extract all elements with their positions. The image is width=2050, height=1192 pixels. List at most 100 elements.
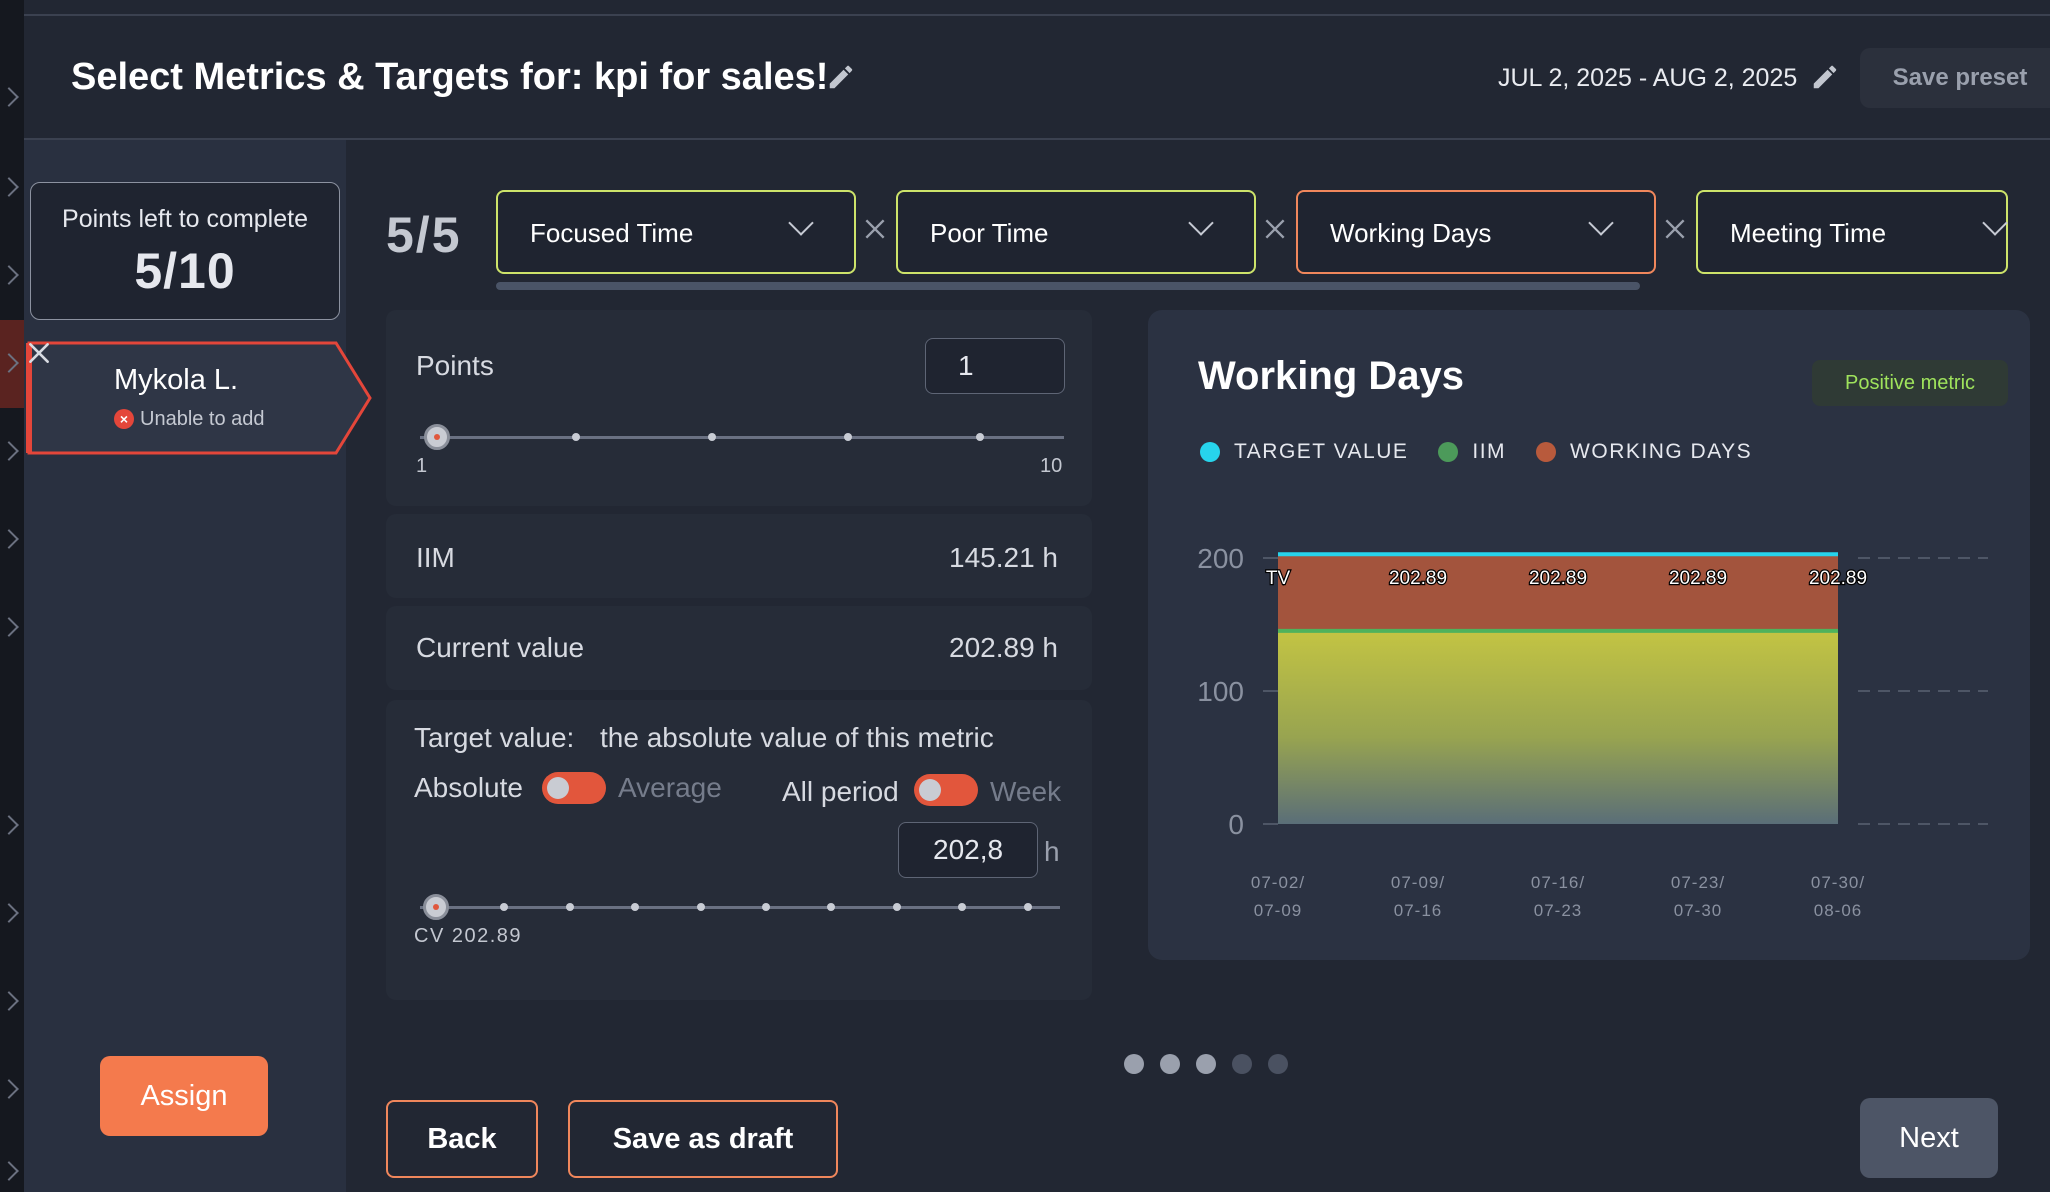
iim-value: 145.21 h (949, 542, 1058, 573)
data-label: 202.89 (1809, 568, 1867, 589)
remove-metric-close-icon[interactable] (1662, 216, 1688, 242)
page-title: Select Metrics & Targets for: kpi for sa… (71, 56, 829, 98)
chevron-right-icon[interactable] (0, 265, 19, 285)
page-dot[interactable] (1124, 1054, 1144, 1074)
target-value-label: Target value: (414, 722, 575, 753)
iim-label: IIM (416, 542, 455, 573)
slider-tick (958, 903, 966, 911)
metric-select-focused-time[interactable]: Focused Time (496, 190, 856, 274)
slider-tick (762, 903, 770, 911)
page-dot[interactable] (1196, 1054, 1216, 1074)
x-tick-label: 08-06 (1814, 901, 1862, 920)
slider-tick (893, 903, 901, 911)
save-as-draft-button[interactable]: Save as draft (568, 1100, 838, 1178)
chevron-right-icon[interactable] (0, 1161, 19, 1181)
user-name: Mykola L. (114, 364, 239, 396)
points-left-value: 5/10 (134, 243, 236, 299)
chevron-right-icon[interactable] (0, 1079, 19, 1099)
chevron-right-icon[interactable] (0, 87, 19, 107)
remove-metric-close-icon[interactable] (862, 216, 888, 242)
y-tick-label: 100 (1197, 676, 1244, 707)
slider-tick (1024, 903, 1032, 911)
chart-card: Working Days Positive metric TARGET VALU… (1148, 310, 2030, 960)
metric-scroll-bar[interactable] (496, 282, 1640, 290)
all-period-label: All period (782, 776, 899, 807)
x-tick-label: 07-16/ (1531, 873, 1585, 892)
chevron-right-icon[interactable] (0, 903, 19, 923)
x-tick-label: 07-30/ (1811, 873, 1865, 892)
user-status-text: Unable to add (140, 408, 265, 430)
remove-user-close-icon[interactable] (26, 340, 52, 366)
user-card[interactable]: Mykola L. × Unable to add (26, 340, 372, 456)
target-slider-handle[interactable] (423, 894, 449, 920)
chevron-right-icon[interactable] (0, 617, 19, 637)
chevron-right-icon[interactable] (0, 991, 19, 1011)
metric-select-meeting-time[interactable]: Meeting Time (1696, 190, 2008, 274)
slider-tick (844, 433, 852, 441)
points-min-label: 1 (416, 455, 428, 477)
week-label: Week (990, 776, 1062, 807)
edit-date-pencil-icon[interactable] (1810, 62, 1840, 92)
data-label: 202.89 (1389, 568, 1447, 589)
metric-select-label: Poor Time (930, 218, 1049, 248)
page-dot[interactable] (1232, 1054, 1252, 1074)
page-dot[interactable] (1160, 1054, 1180, 1074)
metric-count: 5/5 (386, 207, 462, 263)
x-tick-label: 07-09/ (1391, 873, 1445, 892)
points-label: Points (416, 350, 494, 381)
chevron-right-icon[interactable] (0, 529, 19, 549)
date-range[interactable]: JUL 2, 2025 - AUG 2, 2025 (1498, 64, 1797, 93)
x-tick-label: 07-23 (1534, 901, 1582, 920)
slider-tick (827, 903, 835, 911)
assign-button[interactable]: Assign (100, 1056, 268, 1136)
edit-title-pencil-icon[interactable] (826, 62, 856, 92)
points-slider-track[interactable] (420, 436, 1064, 439)
user-card-shape (26, 341, 372, 455)
metric-select-label: Meeting Time (1730, 218, 1887, 248)
chevron-down-icon (788, 210, 814, 236)
average-label: Average (618, 772, 722, 803)
page-header: Select Metrics & Targets for: kpi for sa… (24, 16, 2050, 140)
chevron-right-icon[interactable] (0, 177, 19, 197)
data-label: 202.89 (1669, 568, 1727, 589)
target-value-description: the absolute value of this metric (600, 722, 994, 753)
target-value-input[interactable]: 202,8 (898, 822, 1038, 878)
chevron-down-icon (1588, 210, 1614, 236)
slider-tick (500, 903, 508, 911)
x-tick-label: 07-30 (1674, 901, 1722, 920)
slider-tick (708, 433, 716, 441)
slider-tick (566, 903, 574, 911)
points-left-card: Points left to complete 5/10 (30, 182, 340, 320)
metric-select-working-days[interactable]: Working Days (1296, 190, 1656, 274)
points-input[interactable]: 1 (925, 338, 1065, 394)
chevron-right-icon[interactable] (0, 815, 19, 835)
x-tick-label: 07-16 (1394, 901, 1442, 920)
slider-tick (976, 433, 984, 441)
working-days-area (1278, 554, 1838, 631)
chevron-down-icon (1982, 210, 2008, 236)
absolute-average-toggle[interactable] (542, 772, 606, 804)
period-week-toggle[interactable] (914, 774, 978, 806)
x-tick-label: 07-09 (1254, 901, 1302, 920)
metric-select-label: Focused Time (530, 218, 694, 248)
x-tick-label: 07-02/ (1251, 873, 1305, 892)
current-value-label: Current value (416, 632, 585, 663)
absolute-label: Absolute (414, 772, 523, 803)
back-button[interactable]: Back (386, 1100, 538, 1178)
app-root: Select Metrics & Targets for: kpi for sa… (0, 0, 2050, 1192)
metric-select-poor-time[interactable]: Poor Time (896, 190, 1256, 274)
points-left-label: Points left to complete (62, 205, 308, 233)
slider-tick (572, 433, 580, 441)
error-icon: × (114, 409, 134, 429)
chevron-down-icon (1188, 210, 1214, 236)
points-slider-handle[interactable] (424, 424, 450, 450)
save-preset-button[interactable]: Save preset (1860, 48, 2050, 108)
page-dot[interactable] (1268, 1054, 1288, 1074)
left-nav-strip (0, 0, 24, 1192)
chevron-right-icon[interactable] (0, 441, 19, 461)
y-tick-label: 200 (1197, 543, 1244, 574)
remove-metric-close-icon[interactable] (1262, 216, 1288, 242)
next-button[interactable]: Next (1860, 1098, 1998, 1178)
slider-tick (631, 903, 639, 911)
current-value-marker-label: CV 202.89 (414, 925, 523, 947)
